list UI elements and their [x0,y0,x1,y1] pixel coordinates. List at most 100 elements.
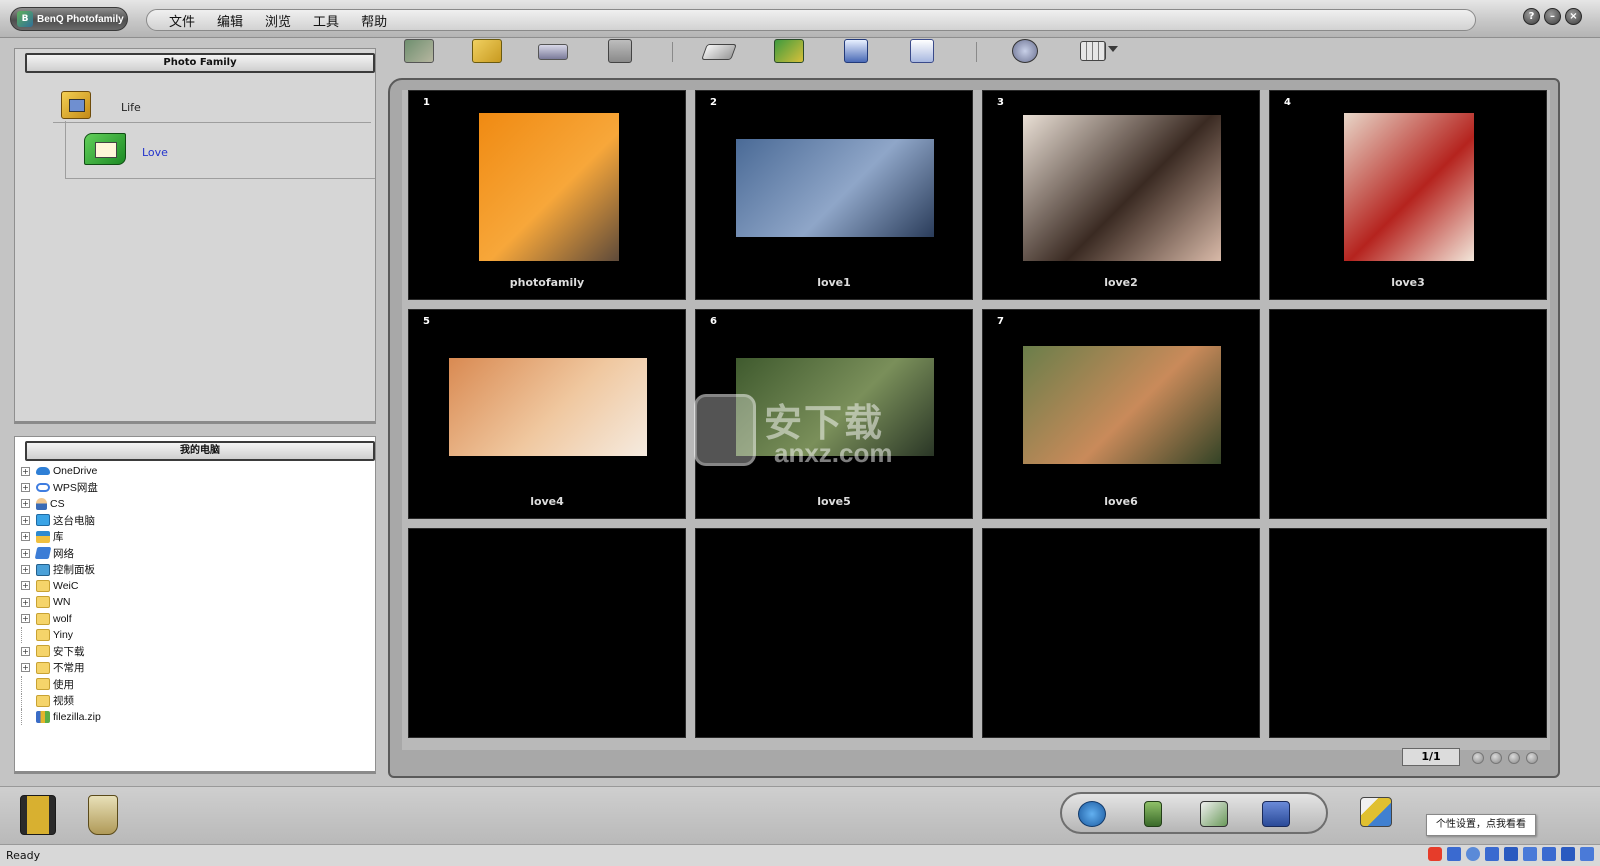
ime-menu-icon[interactable] [1580,847,1594,861]
expand-plus-icon[interactable]: + [21,581,30,591]
globe-icon[interactable] [1078,801,1106,827]
expand-plus-icon[interactable]: + [21,515,30,525]
ime-mode-icon[interactable] [1447,847,1461,861]
minimize-button[interactable]: – [1544,8,1561,25]
expand-plus-icon[interactable]: + [21,565,30,575]
photo-number: 2 [710,97,717,108]
status-bar: Ready [0,844,1600,866]
tree-item[interactable]: + OneDrive [21,463,101,479]
prev-page-button[interactable] [1490,752,1502,764]
trash-bin-icon[interactable] [88,795,118,835]
expand-plus-icon[interactable]: + [21,483,30,493]
toolbar [392,34,1572,68]
expand-plus-icon[interactable]: + [21,663,30,673]
photo-cell[interactable]: 7 love6 [982,309,1260,519]
photo-cell[interactable]: 1 photofamily [408,90,686,300]
help-button[interactable]: ? [1523,8,1540,25]
app-window: B BenQ Photofamily 文件 编辑 浏览 工具 帮助 ? – × … [0,0,1600,866]
ime-punct-icon[interactable] [1466,847,1480,861]
scanner-icon[interactable] [538,44,568,60]
album-item-love[interactable]: Love [65,121,375,179]
album-item-life[interactable]: Life [53,89,371,123]
tree-line [21,709,30,726]
expand-plus-icon[interactable]: + [21,646,30,656]
grid-view-icon[interactable] [1080,41,1106,61]
photo-thumbnail[interactable] [736,139,934,237]
photo-number: 5 [423,316,430,327]
photo-thumbnail[interactable] [1023,346,1221,464]
ime-logo-icon[interactable] [1428,847,1442,861]
first-page-button[interactable] [1472,752,1484,764]
ime-tool-icon[interactable] [1542,847,1556,861]
tree-item[interactable]: + 这台电脑 [21,512,101,528]
photo-thumbnail[interactable] [1023,115,1221,261]
tree-item[interactable]: + 控制面板 [21,561,101,577]
photo-cell[interactable]: 2 love1 [695,90,973,300]
tree-item[interactable]: + 不常用 [21,660,101,676]
app-badge[interactable]: B BenQ Photofamily [10,7,128,31]
folder-icon [36,661,50,674]
edit-photo-icon[interactable] [774,39,804,63]
photo-cell[interactable] [408,528,686,738]
expand-plus-icon[interactable]: + [21,499,30,509]
tree-item[interactable]: + CS [21,496,101,512]
phone-icon[interactable] [1144,801,1162,827]
expand-plus-icon[interactable]: + [21,532,30,542]
photo-cell[interactable]: 3 love2 [982,90,1260,300]
keyboard-icon[interactable] [1523,847,1537,861]
tree-item[interactable]: + WPS网盘 [21,479,101,495]
zip-icon [36,711,50,724]
tree-item[interactable]: + WN [21,594,101,610]
photo-family-header: Photo Family [25,53,375,73]
tree-item[interactable]: Yiny [21,627,101,644]
chevron-down-icon[interactable] [1108,46,1118,56]
magnifier-icon[interactable] [1012,39,1038,63]
menu-help[interactable]: 帮助 [361,11,387,30]
ime-emoji-icon[interactable] [1485,847,1499,861]
photo-cell[interactable] [695,528,973,738]
photo-thumbnail[interactable] [736,358,934,456]
expand-plus-icon[interactable]: + [21,548,30,558]
menu-browse[interactable]: 浏览 [265,11,291,30]
photo-thumbnail[interactable] [449,358,647,456]
photo-thumbnail[interactable] [1344,113,1474,261]
photo-caption: love1 [817,276,851,289]
photo-cell[interactable] [1269,309,1547,519]
tree-item[interactable]: 使用 [21,676,101,693]
expand-plus-icon[interactable]: + [21,614,30,624]
last-page-button[interactable] [1526,752,1538,764]
import-photo-icon[interactable] [404,39,434,63]
photo-cell[interactable]: 6 love5 [695,309,973,519]
next-page-button[interactable] [1508,752,1520,764]
expand-plus-icon[interactable]: + [21,466,30,476]
photo-cell[interactable]: 4 love3 [1269,90,1547,300]
photo-number: 7 [997,316,1004,327]
film-roll-icon[interactable] [20,795,56,835]
open-folder-icon[interactable] [472,39,502,63]
tree-item[interactable]: 视频 [21,692,101,709]
close-button[interactable]: × [1565,8,1582,25]
menu-tools[interactable]: 工具 [313,11,339,30]
microphone-icon[interactable] [1504,847,1518,861]
tree-item[interactable]: filezilla.zip [21,709,101,726]
photo-cell[interactable] [982,528,1260,738]
fax-icon[interactable] [1262,801,1290,827]
tree-item[interactable]: + 网络 [21,545,101,561]
document-icon[interactable] [910,39,934,63]
settings-palette-icon[interactable] [1360,797,1392,827]
email-photo-icon[interactable] [1200,801,1228,827]
tree-item[interactable]: + 安下载 [21,643,101,659]
photo-thumbnail[interactable] [479,113,619,261]
film-icon[interactable] [608,39,632,63]
menu-edit[interactable]: 编辑 [217,11,243,30]
tree-item[interactable]: + WeiC [21,578,101,594]
menu-file[interactable]: 文件 [169,11,195,30]
view-photo-icon[interactable] [844,39,868,63]
tree-item[interactable]: + wolf [21,611,101,627]
ime-skin-icon[interactable] [1561,847,1575,861]
expand-plus-icon[interactable]: + [21,597,30,607]
tree-item[interactable]: + 库 [21,529,101,545]
eraser-icon[interactable] [701,44,737,60]
photo-cell[interactable] [1269,528,1547,738]
photo-cell[interactable]: 5 love4 [408,309,686,519]
